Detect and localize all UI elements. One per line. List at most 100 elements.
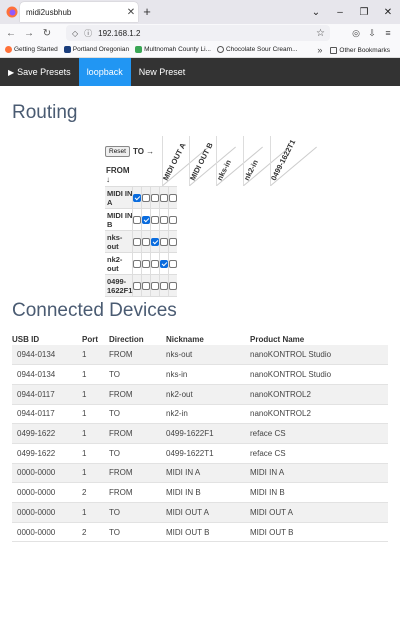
devices-table: USB ID Port Direction Nickname Product N…: [12, 333, 388, 543]
routing-cell: [168, 208, 178, 231]
route-checkbox[interactable]: [169, 238, 178, 247]
direction-cell: TO: [109, 443, 166, 464]
route-checkbox[interactable]: [160, 194, 169, 203]
route-checkbox[interactable]: [151, 282, 160, 291]
product-name-cell: MIDI IN B: [250, 482, 388, 503]
reload-icon[interactable]: ↻: [40, 28, 54, 39]
route-checkbox[interactable]: [151, 194, 160, 203]
route-checkbox[interactable]: [142, 282, 151, 291]
info-icon[interactable]: ⓘ: [84, 28, 92, 39]
route-checkbox[interactable]: [133, 260, 142, 269]
route-checkbox[interactable]: [160, 216, 169, 225]
new-preset-button[interactable]: New Preset: [131, 58, 194, 86]
url-text: 192.168.1.2: [98, 28, 141, 38]
header-product-name: Product Name: [250, 334, 305, 344]
port-cell: 1: [82, 463, 109, 484]
route-checkbox[interactable]: [151, 238, 160, 247]
routing-row-label: nk2-out: [105, 252, 133, 275]
route-checkbox[interactable]: [151, 260, 160, 269]
column-header: 0499-1622T1: [269, 136, 317, 186]
route-checkbox[interactable]: [160, 238, 169, 247]
shield-icon[interactable]: ◇: [72, 29, 78, 38]
close-icon[interactable]: ✕: [124, 7, 138, 18]
direction-cell: FROM: [109, 345, 166, 366]
route-checkbox[interactable]: [133, 238, 142, 247]
routing-cell: [132, 186, 142, 209]
save-presets-button[interactable]: ▶ Save Presets: [0, 58, 79, 86]
browser-tab-bar: midi2usbhub ✕ + ⌄ – ❐ ✕: [0, 0, 400, 24]
direction-cell: TO: [109, 364, 166, 385]
route-checkbox[interactable]: [169, 216, 178, 225]
direction-cell: TO: [109, 502, 166, 523]
bookmark-star-icon[interactable]: ☆: [316, 28, 325, 39]
routing-row: nk2-out: [105, 252, 178, 275]
product-name-cell: nanoKONTROL Studio: [250, 364, 388, 385]
route-checkbox[interactable]: [142, 238, 151, 247]
to-label: TO →: [132, 147, 155, 156]
route-checkbox[interactable]: [160, 282, 169, 291]
route-checkbox[interactable]: [160, 260, 169, 269]
devices-header-row: USB ID Port Direction Nickname Product N…: [12, 333, 388, 345]
routing-cell: [150, 208, 160, 231]
new-tab-icon[interactable]: +: [140, 4, 154, 19]
product-name-cell: nanoKONTROL2: [250, 384, 388, 405]
routing-row-label: nks-out: [105, 230, 133, 253]
pocket-icon[interactable]: ◎: [348, 28, 364, 39]
nickname-cell: MIDI IN B: [166, 482, 250, 503]
product-name-cell: MIDI OUT A: [250, 502, 388, 523]
bookmark-portland-oregonian[interactable]: Portland Oregonian: [63, 46, 129, 53]
restore-icon[interactable]: ❐: [352, 7, 376, 18]
route-checkbox[interactable]: [142, 194, 151, 203]
product-name-cell: reface CS: [250, 443, 388, 464]
table-row: 0499-1622 1 TO 0499-1622T1 reface CS: [12, 443, 388, 464]
url-bar[interactable]: ◇ ⓘ 192.168.1.2 ☆: [66, 25, 330, 41]
bookmark-multnomah-county[interactable]: Multnomah County Li...: [135, 46, 211, 53]
table-row: 0000-0000 1 FROM MIDI IN A MIDI IN A: [12, 463, 388, 484]
minimize-icon[interactable]: –: [328, 7, 352, 18]
browser-tab[interactable]: midi2usbhub ✕: [20, 2, 138, 22]
from-label: FROM ↓: [106, 166, 130, 184]
nickname-cell: MIDI OUT B: [166, 522, 250, 543]
usb-id-cell: 0944-0117: [12, 384, 82, 405]
routing-cell: [168, 230, 178, 253]
route-checkbox[interactable]: [169, 282, 178, 291]
header-direction: Direction: [109, 334, 144, 344]
back-icon[interactable]: ←: [4, 28, 18, 39]
column-header: nks-in: [215, 136, 263, 186]
product-name-cell: MIDI IN A: [250, 463, 388, 484]
other-bookmarks[interactable]: Other Bookmarks: [330, 46, 390, 54]
port-cell: 2: [82, 482, 109, 503]
nickname-cell: 0499-1622F1: [166, 423, 250, 444]
chevron-down-icon[interactable]: ⌄: [304, 7, 328, 18]
more-bookmarks-icon[interactable]: »: [317, 45, 322, 55]
usb-id-cell: 0499-1622: [12, 443, 82, 464]
routing-cell: [132, 230, 142, 253]
loopback-preset-button[interactable]: loopback: [78, 58, 131, 86]
menu-icon[interactable]: ≡: [380, 28, 396, 38]
save-presets-label: Save Presets: [17, 67, 71, 77]
route-checkbox[interactable]: [133, 194, 142, 203]
reset-button[interactable]: Reset: [105, 146, 130, 157]
bookmark-label: Getting Started: [14, 46, 58, 53]
route-checkbox[interactable]: [142, 260, 151, 269]
firefox-icon[interactable]: [6, 6, 18, 18]
routing-cell: [150, 252, 160, 275]
route-checkbox[interactable]: [151, 216, 160, 225]
route-checkbox[interactable]: [142, 216, 151, 225]
downloads-icon[interactable]: ⇩: [364, 28, 380, 39]
bookmarks-right: » Other Bookmarks: [317, 42, 396, 58]
connected-devices-title: Connected Devices: [12, 300, 177, 321]
port-cell: 1: [82, 384, 109, 405]
route-checkbox[interactable]: [169, 194, 178, 203]
routing-cell: [159, 274, 169, 297]
port-cell: 1: [82, 443, 109, 464]
route-checkbox[interactable]: [133, 282, 142, 291]
forward-icon[interactable]: →: [22, 28, 36, 39]
route-checkbox[interactable]: [133, 216, 142, 225]
bookmark-getting-started[interactable]: Getting Started: [5, 46, 58, 53]
close-window-icon[interactable]: ✕: [376, 7, 400, 18]
routing-grid: MIDI IN A MIDI IN Bnks-out nk2-out 0499-162…: [105, 186, 178, 297]
bookmark-chocolate-sour-cream[interactable]: Chocolate Sour Cream...: [216, 46, 298, 53]
nickname-cell: nks-out: [166, 345, 250, 366]
route-checkbox[interactable]: [169, 260, 178, 269]
